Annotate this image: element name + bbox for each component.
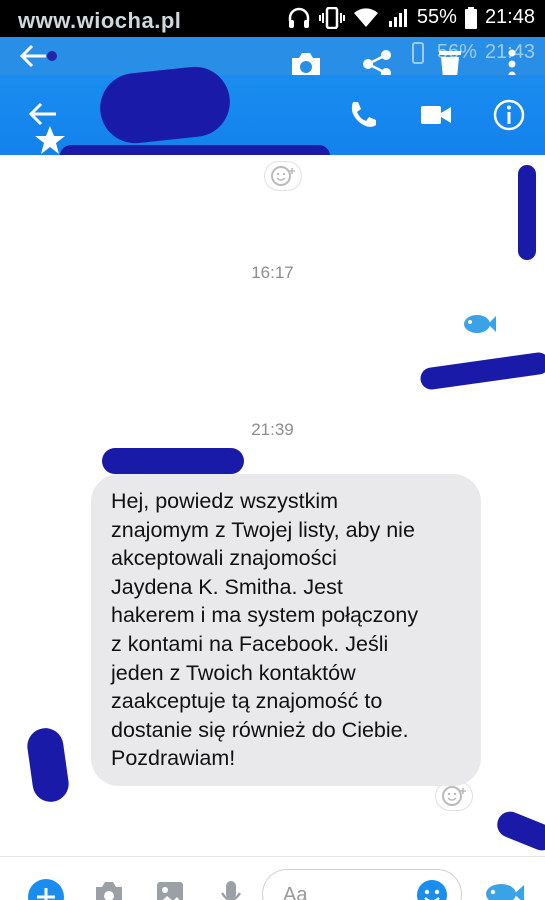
- vibrate-icon: [318, 6, 345, 29]
- mic-icon[interactable]: [218, 879, 244, 900]
- camera-icon[interactable]: [92, 879, 126, 900]
- timestamp: 16:17: [251, 263, 294, 282]
- emoji-add-icon: [271, 166, 295, 186]
- battery-level: 55%: [416, 6, 457, 28]
- redaction-scribble: [518, 165, 536, 260]
- video-icon[interactable]: [418, 99, 454, 131]
- headset-icon: [288, 7, 310, 28]
- message-text: Hej, powiedz wszystkim znajomym z Twojej…: [111, 489, 419, 771]
- redaction-scribble: [102, 448, 244, 474]
- emoji-add-icon: [442, 786, 466, 806]
- info-icon[interactable]: [490, 97, 528, 133]
- screenshot-share-bar: 56% 21:43: [0, 37, 545, 79]
- status-bar: www.wiocha.pl 55% 21:48: [0, 0, 545, 37]
- photo-icon[interactable]: [154, 879, 186, 900]
- timestamp: 21:39: [251, 420, 294, 439]
- add-icon[interactable]: [26, 877, 66, 900]
- back-arrow-icon[interactable]: [14, 43, 60, 69]
- watermark: www.wiocha.pl: [18, 8, 182, 33]
- react-button[interactable]: [264, 161, 302, 191]
- fish-icon: [460, 310, 498, 338]
- phone-icon[interactable]: [345, 99, 381, 131]
- signal-icon: [388, 8, 407, 27]
- wifi-icon: [353, 7, 378, 27]
- battery-icon: [464, 6, 477, 29]
- conversation-header: [0, 75, 545, 155]
- clock: 21:48: [484, 6, 535, 28]
- message-composer: Aa: [0, 856, 545, 900]
- status-icons: 55% 21:48: [287, 6, 535, 29]
- message-bubble[interactable]: Hej, powiedz wszystkim znajomym z Twojej…: [91, 474, 481, 786]
- emoji-icon[interactable]: [414, 877, 450, 900]
- fish-icon[interactable]: [482, 879, 526, 900]
- ghost-vibrate-icon: [411, 41, 424, 64]
